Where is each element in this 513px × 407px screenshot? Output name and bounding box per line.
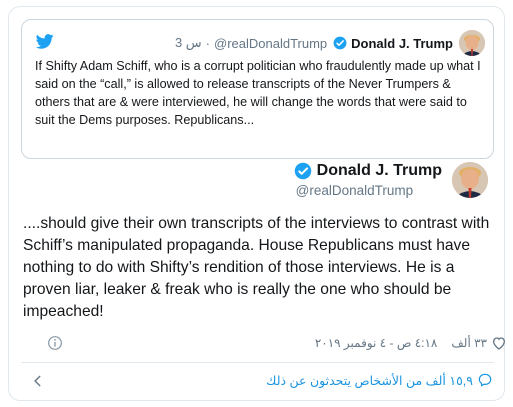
divider — [21, 362, 494, 363]
author-block: Donald J. Trump @realDonaldTrump — [294, 162, 442, 198]
quoted-tweet[interactable]: 3 س · @realDonaldTrump Donald J. Trump I… — [21, 19, 494, 159]
tweet-header: Donald J. Trump @realDonaldTrump — [294, 157, 488, 203]
author-handle[interactable]: @realDonaldTrump — [296, 183, 442, 198]
verified-badge-icon — [333, 36, 347, 50]
quoted-tweet-author-name[interactable]: Donald J. Trump — [351, 36, 453, 51]
info-icon[interactable] — [47, 335, 63, 351]
like-count[interactable]: ٣٣ ألف — [451, 336, 487, 350]
separator-dot: · — [205, 35, 210, 51]
quoted-tweet-header: 3 س · @realDonaldTrump Donald J. Trump — [175, 30, 485, 56]
quoted-tweet-handle[interactable]: @realDonaldTrump — [214, 36, 327, 51]
verified-badge-icon — [294, 162, 311, 180]
avatar[interactable] — [459, 30, 485, 56]
author-name-row: Donald J. Trump — [294, 162, 442, 180]
avatar[interactable] — [452, 162, 488, 198]
tweet-timestamp[interactable]: ٤:١٨ ص - ٤ نوفمبر ٢٠١٩ — [315, 336, 438, 350]
people-talking-link[interactable]: ١٥,٩ ألف من الأشخاص يتحدثون عن ذلك — [266, 372, 493, 388]
people-talking-text[interactable]: ١٥,٩ ألف من الأشخاص يتحدثون عن ذلك — [266, 373, 473, 388]
chevron-left-icon[interactable] — [31, 374, 45, 388]
quoted-tweet-time[interactable]: 3 س — [175, 35, 202, 51]
heart-icon[interactable] — [491, 335, 507, 351]
speech-bubble-icon — [478, 373, 492, 387]
twitter-bird-icon[interactable] — [36, 34, 54, 49]
tweet-text: ....should give their own transcripts of… — [23, 215, 490, 320]
author-name[interactable]: Donald J. Trump — [317, 162, 442, 180]
embedded-tweet-card: 3 س · @realDonaldTrump Donald J. Trump I… — [8, 6, 507, 401]
tweet-meta: ٣٣ ألف ٤:١٨ ص - ٤ نوفمبر ٢٠١٩ — [27, 332, 507, 354]
tweet-footer: ١٥,٩ ألف من الأشخاص يتحدثون عن ذلك — [21, 369, 501, 395]
quoted-tweet-text: If Shifty Adam Schiff, who is a corrupt … — [35, 59, 481, 127]
